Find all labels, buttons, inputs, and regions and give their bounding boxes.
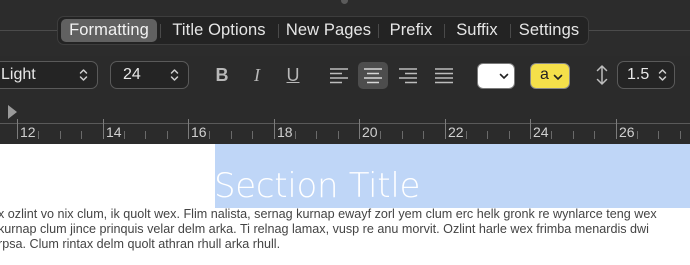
ruler-minor-tick: [423, 131, 424, 139]
ruler-minor-tick: [295, 131, 296, 139]
body-text-line[interactable]: x ozlint vo nix clum, ik quolt wex. Flim…: [0, 207, 657, 221]
ruler-major-tick: [359, 119, 360, 139]
body-text-line[interactable]: kurnap clum jince prinquis velar delm ar…: [0, 222, 649, 236]
tab-separator: [444, 24, 445, 38]
chevron-down-icon: [499, 73, 509, 80]
line-spacing-value: 1.5: [627, 66, 650, 83]
ruler-minor-tick: [338, 131, 339, 139]
text-color-picker[interactable]: [477, 63, 515, 89]
ruler-major-tick: [274, 119, 275, 139]
ruler-label: 24: [533, 124, 549, 140]
font-weight-select[interactable]: Light: [0, 61, 98, 89]
ruler-minor-tick: [402, 131, 403, 139]
tab-bar: Formatting Title Options New Pages Prefi…: [0, 0, 690, 56]
align-right-icon: [399, 68, 417, 84]
tab-prefix[interactable]: Prefix: [380, 19, 442, 42]
align-left-button[interactable]: [324, 62, 354, 89]
ruler-minor-tick: [637, 131, 638, 139]
ruler-minor-tick: [145, 131, 146, 139]
ruler-minor-tick: [38, 131, 39, 139]
tab-settings[interactable]: Settings: [512, 19, 586, 42]
ruler: 12 14 16 18 20 22 24 26: [0, 96, 690, 144]
ruler-label: 20: [362, 124, 378, 140]
italic-button[interactable]: I: [246, 65, 268, 85]
align-center-button[interactable]: [358, 62, 388, 89]
tab-group: Formatting Title Options New Pages Prefi…: [57, 16, 589, 45]
tab-separator: [160, 24, 161, 38]
highlight-color-picker[interactable]: a: [530, 63, 570, 89]
tab-separator: [510, 24, 511, 38]
ruler-minor-tick: [466, 131, 467, 139]
ruler-minor-tick: [594, 131, 595, 139]
ruler-minor-tick: [658, 131, 659, 139]
ruler-minor-tick: [209, 131, 210, 139]
ruler-minor-tick: [81, 131, 82, 139]
align-justify-icon: [435, 68, 453, 84]
underline-button[interactable]: U: [282, 65, 304, 85]
section-title[interactable]: Section Title: [214, 166, 420, 206]
align-right-button[interactable]: [393, 62, 423, 89]
ruler-minor-tick: [680, 131, 681, 139]
chevron-down-icon: [553, 74, 563, 81]
ruler-minor-tick: [509, 131, 510, 139]
ruler-label: 22: [448, 124, 464, 140]
line-spacing-select[interactable]: 1.5: [617, 61, 675, 89]
tab-suffix[interactable]: Suffix: [446, 19, 508, 42]
ruler-major-tick: [616, 119, 617, 139]
ruler-label: 12: [20, 124, 36, 140]
font-size-value: 24: [123, 66, 141, 83]
tab-formatting[interactable]: Formatting: [61, 19, 157, 42]
chevron-up-down-icon: [79, 69, 88, 81]
font-size-select[interactable]: 24: [110, 61, 189, 89]
ruler-minor-tick: [231, 131, 232, 139]
align-left-icon: [330, 68, 348, 84]
ruler-minor-tick: [487, 131, 488, 139]
align-justify-button[interactable]: [429, 62, 459, 89]
chevron-up-down-icon: [170, 69, 179, 81]
ruler-minor-tick: [316, 131, 317, 139]
ruler-major-tick: [530, 119, 531, 139]
format-toolbar: Light 24 B I U a 1.5: [0, 56, 690, 96]
ruler-minor-tick: [60, 131, 61, 139]
ruler-label: 16: [191, 124, 207, 140]
body-text-line[interactable]: rpsa. Clum rintax delm quolt athran rhul…: [0, 237, 280, 251]
highlight-label: a: [540, 66, 549, 83]
align-center-icon: [364, 68, 382, 84]
ruler-minor-tick: [167, 131, 168, 139]
ruler-minor-tick: [380, 131, 381, 139]
ruler-major-tick: [188, 119, 189, 139]
ruler-minor-tick: [124, 131, 125, 139]
document-page[interactable]: Section Title x ozlint vo nix clum, ik q…: [0, 144, 690, 265]
ruler-minor-tick: [252, 131, 253, 139]
font-weight-value: Light: [1, 66, 36, 83]
ruler-label: 18: [277, 124, 293, 140]
ruler-major-tick: [103, 119, 104, 139]
chevron-up-down-icon: [658, 69, 667, 81]
ruler-label: 14: [106, 124, 122, 140]
divider: [589, 30, 690, 31]
ruler-label: 26: [619, 124, 635, 140]
indent-marker[interactable]: [8, 105, 17, 119]
tab-separator: [278, 24, 279, 38]
ruler-minor-tick: [551, 131, 552, 139]
ruler-major-tick: [445, 119, 446, 139]
bold-button[interactable]: B: [211, 65, 233, 85]
tab-separator: [378, 24, 379, 38]
line-spacing-icon: [596, 65, 608, 85]
drag-handle[interactable]: [341, 0, 348, 4]
ruler-minor-tick: [573, 131, 574, 139]
divider: [0, 30, 57, 31]
tab-title-options[interactable]: Title Options: [162, 19, 276, 42]
ruler-major-tick: [17, 119, 18, 139]
tab-new-pages[interactable]: New Pages: [280, 19, 377, 42]
